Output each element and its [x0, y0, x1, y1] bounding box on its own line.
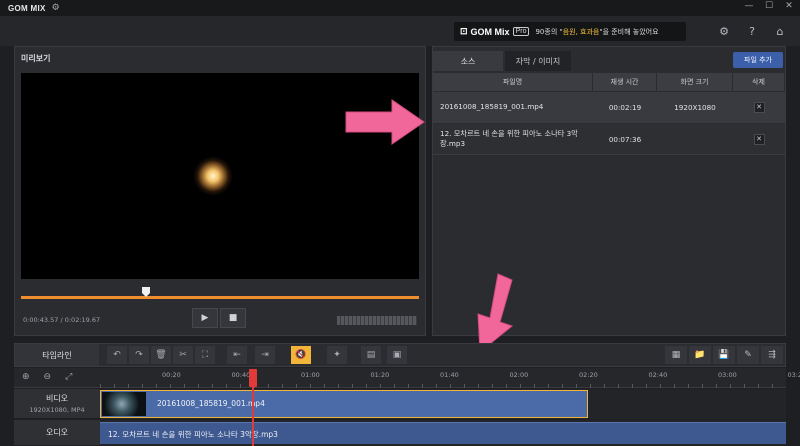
column-duration[interactable]: 재생 시간 [593, 73, 657, 91]
ruler-tick-label: 01:00 [301, 371, 320, 379]
audio-track-label: 오디오 [14, 420, 100, 446]
save-icon[interactable]: 💾 [713, 346, 735, 364]
ruler-ticks: 00:20 00:40 01:00 01:20 01:40 02:00 02:20 02:40… [100, 368, 800, 388]
ruler-tick-label: 01:20 [370, 371, 390, 379]
window-controls: — ☐ ✕ [744, 1, 794, 11]
minimize-icon[interactable]: — [744, 1, 754, 11]
folder-icon[interactable]: 📁 [689, 346, 711, 364]
crop-icon[interactable]: ⛶ [195, 346, 215, 364]
gom-mix-logo-icon: ⊡ [460, 26, 468, 36]
split-left-icon[interactable]: ⇤ [227, 346, 247, 364]
export-icon[interactable]: ⇶ [761, 346, 783, 364]
video-track-info: 1920X1080, MP4 [29, 406, 85, 414]
column-delete: 삭제 [733, 73, 785, 91]
timeline-label: 타임라인 [15, 344, 99, 366]
tab-subtitle-image[interactable]: 자막 / 이미지 [505, 51, 571, 71]
promo-banner[interactable]: ⊡ GOM Mix Pro 90종의 "음원, 효과음"을 준비해 놓았어요 [454, 22, 686, 41]
app-title: GOM MIX [8, 3, 46, 13]
title-bar: GOM MIX ⚙ — ☐ ✕ [0, 0, 800, 16]
table-row[interactable]: 20161008_185819_001.mp4 00:02:19 1920X10… [433, 92, 785, 123]
volume-slider[interactable] [337, 316, 417, 325]
play-icon: ▶ [201, 313, 209, 323]
table-row[interactable]: 12. 모차르트 네 손을 위한 피아노 소나타 3악장.mp3 00:07:3… [433, 124, 785, 155]
ruler-tick-label: 01:40 [440, 371, 459, 379]
ruler-tick-label: 03:20 [787, 371, 800, 379]
column-filename[interactable]: 파일명 [433, 73, 593, 91]
help-icon[interactable]: ? [746, 25, 758, 38]
mute-icon[interactable]: 🔇 [291, 346, 311, 364]
timeline-toolbar: 타임라인 ↶ ↷ 🗑 ✂ ⛶ ⇤ ⇥ 🔇 ✦ ▤ ▣ ▦ 📁 💾 ✎ ⇶ [14, 343, 786, 367]
zoom-out-icon[interactable]: ⊖ [44, 372, 52, 382]
stop-button[interactable]: ■ [220, 308, 246, 328]
column-resolution[interactable]: 화면 크기 [657, 73, 733, 91]
redo-icon[interactable]: ↷ [129, 346, 149, 364]
promo-logo: ⊡ GOM Mix Pro [460, 26, 530, 37]
fit-icon[interactable]: ⤢ [65, 372, 72, 382]
ruler-tick-label: 03:00 [718, 371, 737, 379]
zoom-controls: ⊕ ⊖ ⤢ [22, 372, 72, 382]
row-filename: 12. 모차르트 네 손을 위한 피아노 소나타 3악장.mp3 [440, 129, 578, 148]
time-readout: 0:00:43.57 / 0:02:19.67 [23, 316, 101, 324]
ruler-tick-label: 00:40 [231, 371, 251, 379]
ruler-tick-label: 02:20 [579, 371, 598, 379]
maximize-icon[interactable]: ☐ [764, 1, 774, 11]
firework-image [193, 156, 233, 196]
zoom-in-icon[interactable]: ⊕ [22, 372, 30, 382]
promo-text: 90종의 "음원, 효과음"을 준비해 놓았어요 [535, 27, 659, 36]
save-as-icon[interactable]: ✎ [737, 346, 759, 364]
source-table-header: 파일명 재생 시간 화면 크기 삭제 [433, 73, 785, 91]
audio-clip[interactable]: 12. 모차르트 네 손을 위한 피아노 소나타 3악장.mp3 [100, 422, 786, 444]
video-track-label: 비디오 1920X1080, MP4 [14, 389, 100, 419]
clip-thumbnail [102, 392, 146, 416]
project-actions: ▦ 📁 💾 ✎ ⇶ [665, 346, 783, 364]
settings-icon[interactable]: ⚙ [718, 25, 730, 38]
split-right-icon[interactable]: ⇥ [255, 346, 275, 364]
video-clip[interactable]: 20161008_185819_001.mp4 [100, 390, 588, 418]
play-button[interactable]: ▶ [192, 308, 218, 328]
row-filename: 20161008_185819_001.mp4 [440, 102, 544, 111]
video-clip-name: 20161008_185819_001.mp4 [157, 399, 265, 408]
pink-arrow-right-icon [345, 99, 425, 145]
ruler-tick-label: 02:40 [648, 371, 668, 379]
cut-icon[interactable]: ✂ [173, 346, 193, 364]
preview-seek-bar[interactable] [21, 296, 419, 299]
stop-icon: ■ [228, 313, 238, 323]
pro-badge: Pro [512, 27, 530, 36]
delete-button[interactable]: ✕ [753, 133, 765, 145]
playhead[interactable] [252, 369, 254, 446]
delete-button[interactable]: ✕ [753, 101, 765, 113]
undo-icon[interactable]: ↶ [107, 346, 127, 364]
home-icon[interactable]: ⌂ [774, 25, 786, 38]
image-clip-icon[interactable]: ▣ [387, 346, 407, 364]
preview-title: 미리보기 [21, 54, 51, 63]
add-file-button[interactable]: 파일 추가 [733, 52, 783, 68]
gear-icon[interactable]: ⚙ [52, 3, 60, 13]
row-duration: 00:02:19 [608, 102, 642, 112]
ruler-tick-label: 00:20 [162, 371, 181, 379]
trash-icon[interactable]: 🗑 [151, 346, 171, 364]
ruler-tick-label: 02:00 [509, 371, 529, 379]
row-resolution: 1920X1080 [674, 102, 716, 112]
grid-icon[interactable]: ▦ [665, 346, 687, 364]
tab-source[interactable]: 소스 [433, 51, 503, 71]
promo-logo-text: GOM Mix [470, 26, 510, 37]
timeline-ruler[interactable]: ⊕ ⊖ ⤢ 00:20 00:40 01:00 01:20 01:40 02:00 02:2… [14, 368, 800, 388]
top-bar: ⊡ GOM Mix Pro 90종의 "음원, 효과음"을 준비해 놓았어요 ⚙… [0, 16, 800, 46]
row-duration: 00:07:36 [608, 134, 642, 144]
effect-icon[interactable]: ✦ [327, 346, 347, 364]
close-icon[interactable]: ✕ [784, 1, 794, 11]
top-icons: ⚙ ? ⌂ [718, 25, 786, 38]
row-resolution [657, 124, 733, 154]
audio-track-name: 오디오 [45, 428, 69, 437]
preview-panel: 미리보기 0:00:43.57 / 0:02:19.67 ▶ ■ [14, 46, 426, 336]
video-track-name: 비디오 [45, 394, 69, 403]
filmstrip-icon[interactable]: ▤ [361, 346, 381, 364]
